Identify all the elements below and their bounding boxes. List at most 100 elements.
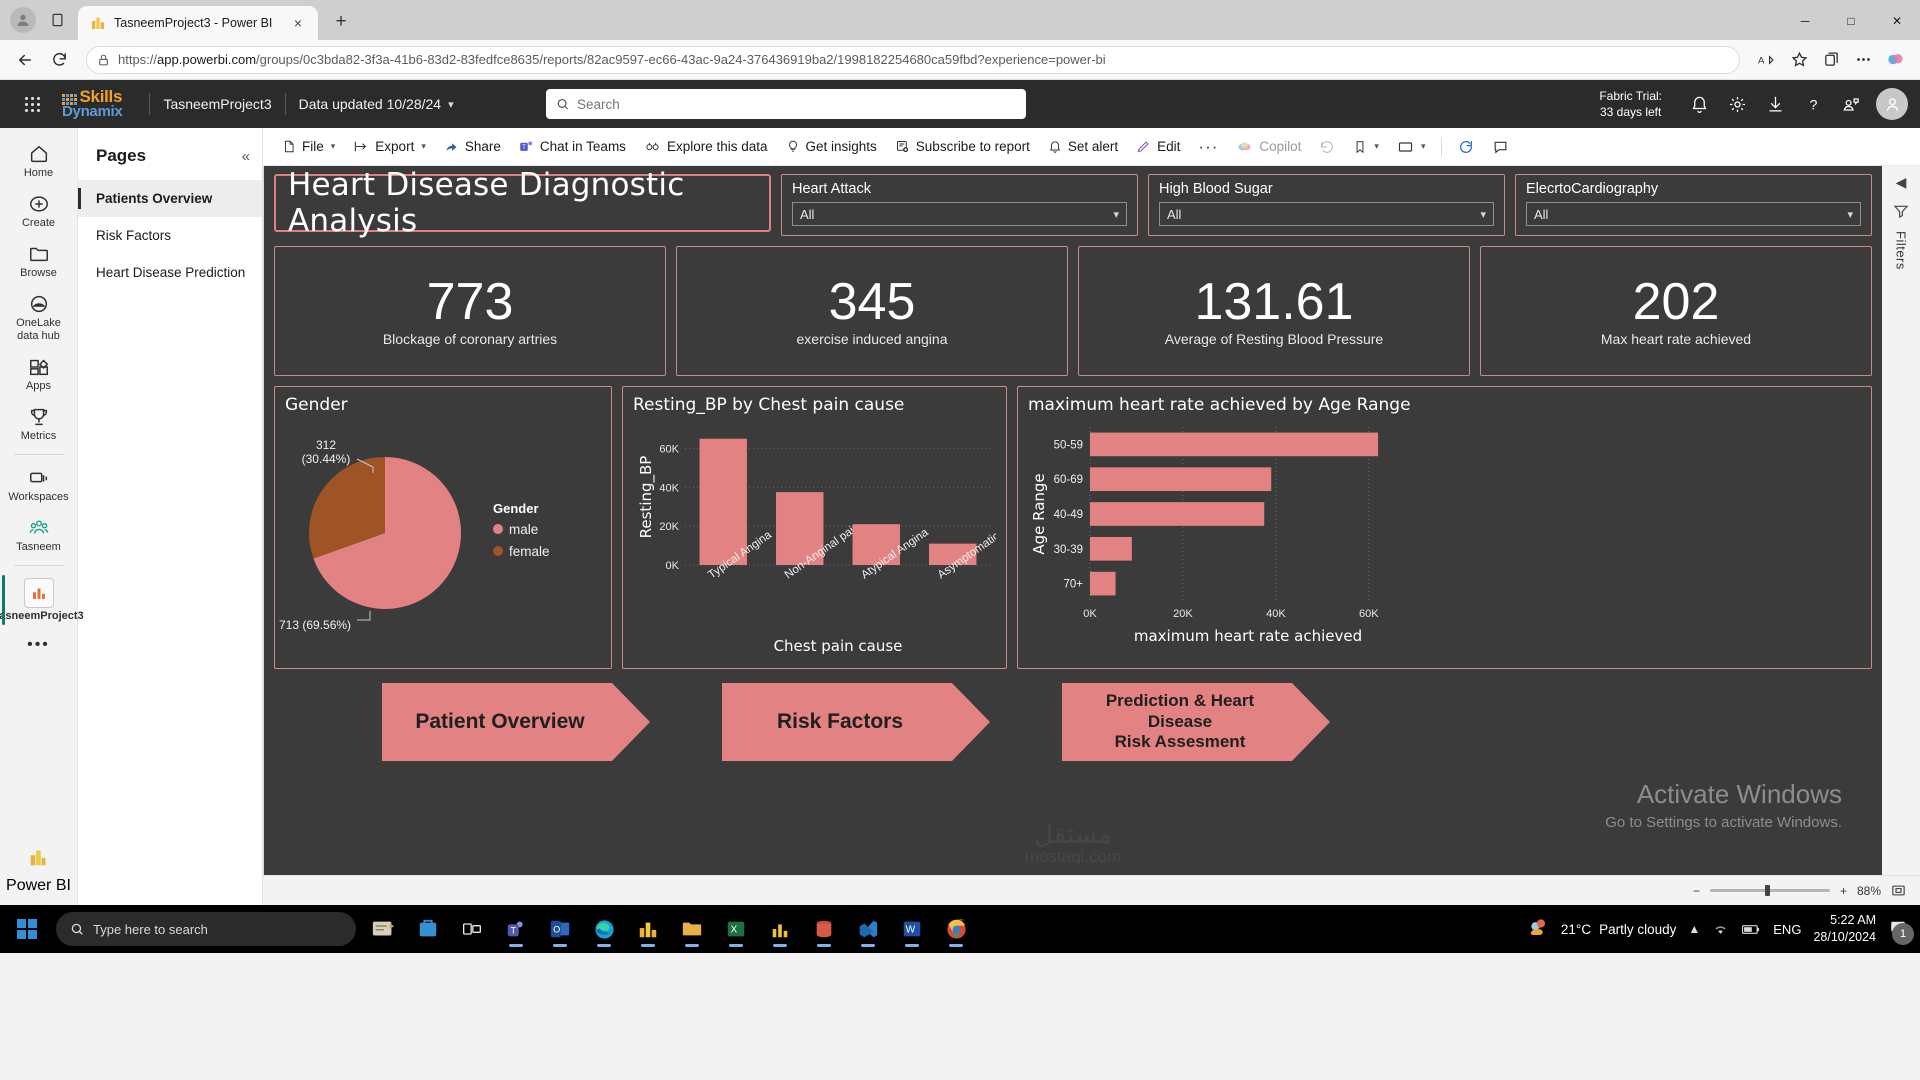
taskbar-app-notes[interactable] (362, 909, 406, 949)
kpi-card-avg-resting-bp[interactable]: 131.61 Average of Resting Blood Pressure (1078, 246, 1470, 376)
nav-button-patient-overview[interactable]: Patient Overview (382, 683, 650, 761)
toolbar-reset-button[interactable] (1310, 132, 1344, 162)
chevron-down-icon[interactable]: ▾ (448, 98, 454, 111)
toolbar-get-insights-button[interactable]: Get insights (777, 132, 886, 162)
notifications-bell-icon[interactable] (1680, 85, 1718, 123)
zoom-in-button[interactable]: + (1840, 884, 1847, 898)
taskbar-app-vscode[interactable] (846, 909, 890, 949)
zoom-slider[interactable] (1709, 885, 1830, 896)
slicer-high-blood-sugar[interactable]: High Blood Sugar All ▾ (1148, 174, 1505, 236)
favorite-star-icon[interactable] (1784, 45, 1814, 75)
language-indicator[interactable]: ENG (1773, 922, 1801, 937)
sidebar-item-browse[interactable]: Browse (2, 236, 76, 286)
toolbar-comment-button[interactable] (1483, 132, 1518, 162)
global-search-box[interactable] (545, 89, 1026, 119)
window-maximize-button[interactable]: □ (1828, 4, 1874, 38)
kpi-card-max-heart-rate[interactable]: 202 Max heart rate achieved (1480, 246, 1872, 376)
toolbar-view-button[interactable]: ▾ (1388, 132, 1435, 162)
toolbar-bookmark-button[interactable]: ▾ (1344, 132, 1388, 162)
download-icon[interactable] (1756, 85, 1794, 123)
taskbar-app-chart[interactable] (758, 909, 802, 949)
chart-resting-bp-by-chest-pain[interactable]: Resting_BP by Chest pain cause 0K 20K 40K 6… (622, 386, 1007, 669)
settings-gear-icon[interactable] (1718, 85, 1756, 123)
taskbar-app-word[interactable]: W (890, 909, 934, 949)
taskbar-app-excel[interactable]: X (714, 909, 758, 949)
toolbar-export-button[interactable]: Export ▾ (344, 132, 435, 162)
toolbar-refresh-button[interactable] (1449, 132, 1483, 162)
report-canvas[interactable]: Heart Disease Diagnostic Analysis Heart … (263, 166, 1882, 875)
taskbar-app-sql[interactable] (802, 909, 846, 949)
sidebar-item-onelake-data-hub[interactable]: OneLake data hub (2, 286, 76, 349)
app-launcher-waffle-icon[interactable] (12, 84, 52, 124)
filter-icon[interactable] (1893, 203, 1909, 219)
toolbar-copilot-button[interactable]: Copilot (1227, 132, 1310, 162)
workspace-name[interactable]: TasneemProject3 (163, 96, 271, 112)
feedback-icon[interactable] (1832, 85, 1870, 123)
taskbar-app-edge[interactable] (582, 909, 626, 949)
sidebar-item-create[interactable]: Create (2, 186, 76, 236)
toolbar-subscribe-to-report-button[interactable]: Subscribe to report (886, 132, 1039, 162)
zoom-out-button[interactable]: − (1693, 884, 1700, 898)
legend-item-female[interactable]: female (493, 544, 550, 559)
sidebar-item-workspaces[interactable]: Workspaces (2, 460, 76, 510)
chart-max-heart-rate-by-age[interactable]: maximum heart rate achieved by Age Range… (1017, 386, 1872, 669)
kpi-card-angina[interactable]: 345 exercise induced angina (676, 246, 1068, 376)
taskbar-app-files[interactable] (670, 909, 714, 949)
sidebar-item-tasneem[interactable]: Tasneem (2, 510, 76, 560)
taskbar-search[interactable]: Type here to search (56, 912, 356, 946)
copilot-browser-icon[interactable] (1880, 45, 1910, 75)
toolbar-share-button[interactable]: Share (435, 132, 510, 162)
toolbar-more-button[interactable]: ··· (1189, 132, 1227, 162)
chevron-double-left-icon[interactable]: « (242, 148, 250, 165)
help-question-icon[interactable]: ? (1794, 85, 1832, 123)
slicer-heart-attack[interactable]: Heart Attack All ▾ (781, 174, 1138, 236)
back-button[interactable] (10, 45, 40, 75)
page-item-patients-overview[interactable]: Patients Overview (78, 180, 262, 217)
taskbar-app-outlook[interactable]: O (538, 909, 582, 949)
page-item-heart-disease-prediction[interactable]: Heart Disease Prediction (78, 254, 262, 291)
fabric-trial-status[interactable]: Fabric Trial: 33 days left (1599, 88, 1662, 120)
read-aloud-icon[interactable]: A (1752, 45, 1782, 75)
chevron-up-icon[interactable]: ▲ (1688, 922, 1700, 936)
address-bar[interactable]: https://app.powerbi.com/groups/0c3bda82-… (86, 45, 1740, 74)
legend-item-male[interactable]: male (493, 522, 550, 537)
sidebar-item-apps[interactable]: Apps (2, 349, 76, 399)
toolbar-edit-button[interactable]: Edit (1127, 132, 1189, 162)
start-button[interactable] (4, 909, 50, 949)
toolbar-set-alert-button[interactable]: Set alert (1039, 132, 1127, 162)
new-tab-button[interactable]: + (326, 7, 356, 37)
sidebar-item-more[interactable]: ••• (2, 629, 76, 661)
notification-center-button[interactable]: 1 (1888, 918, 1914, 945)
weather-widget[interactable]: 21°C Partly cloudy (1527, 918, 1676, 940)
chevron-left-icon[interactable]: ◀ (1896, 174, 1907, 191)
sidebar-item-home[interactable]: Home (2, 136, 76, 186)
nav-button-prediction-risk-assessment[interactable]: Prediction & Heart Disease Risk Assesmen… (1062, 683, 1330, 761)
kpi-card-blockage[interactable]: 773 Blockage of coronary artries (274, 246, 666, 376)
taskbar-app-teams[interactable]: T (494, 909, 538, 949)
window-close-button[interactable]: ✕ (1874, 4, 1920, 38)
search-input[interactable] (576, 96, 1016, 112)
sidebar-item-tasneemproject3[interactable]: TasneemProject3 (0, 571, 84, 629)
taskbar-task-view[interactable] (450, 909, 494, 949)
taskbar-app-powerbi[interactable] (626, 909, 670, 949)
battery-icon[interactable] (1741, 922, 1761, 937)
taskbar-app-chrome[interactable] (934, 909, 978, 949)
toolbar-chat-in-teams-button[interactable]: T Chat in Teams (510, 132, 635, 162)
taskbar-app-store[interactable] (406, 909, 450, 949)
zoom-slider-thumb[interactable] (1765, 885, 1771, 896)
browser-tab[interactable]: TasneemProject3 - Power BI × (78, 6, 318, 40)
slicer-electrocardiography[interactable]: ElecrtoCardiography All ▾ (1515, 174, 1872, 236)
sidebar-item-metrics[interactable]: Metrics (2, 399, 76, 449)
data-updated-label[interactable]: Data updated 10/28/24 (299, 96, 441, 112)
fit-to-page-icon[interactable] (1891, 883, 1906, 898)
tab-collections-button[interactable] (40, 3, 74, 37)
chart-gender-pie[interactable]: Gender 713 (69.56%) 312(30.44%) Gender (274, 386, 612, 669)
slicer-dropdown[interactable]: All ▾ (792, 202, 1127, 226)
slicer-dropdown[interactable]: All ▾ (1526, 202, 1861, 226)
skills-dynamix-logo[interactable]: Skills Dynamix (62, 88, 123, 119)
reload-button[interactable] (44, 45, 74, 75)
collections-icon[interactable] (1816, 45, 1846, 75)
close-tab-icon[interactable]: × (288, 13, 308, 33)
toolbar-file-button[interactable]: File ▾ (273, 132, 344, 162)
clock[interactable]: 5:22 AM 28/10/2024 (1813, 912, 1876, 946)
